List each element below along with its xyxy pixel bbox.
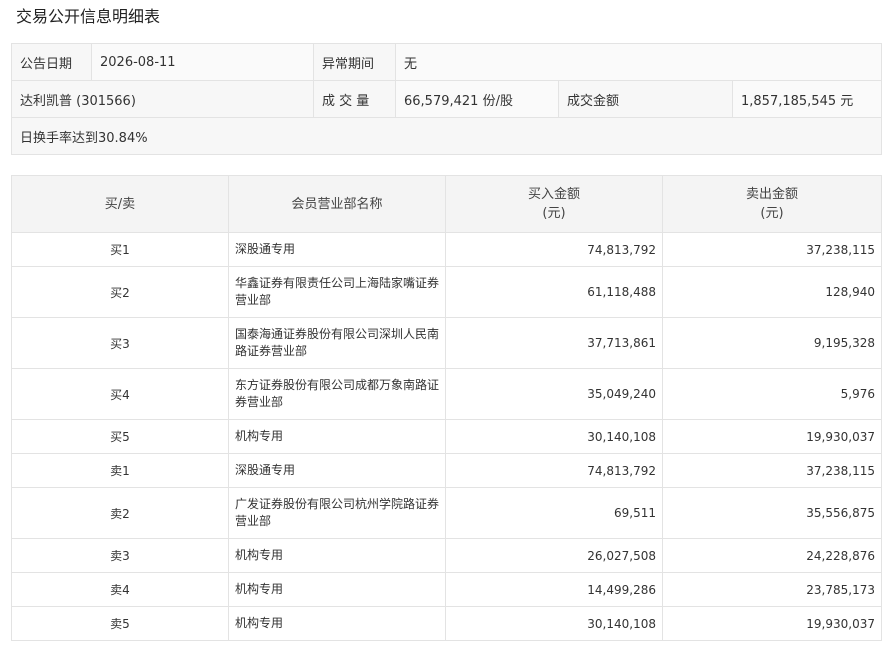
row-member-name: 深股通专用: [228, 453, 446, 488]
row-member-name: 机构专用: [228, 606, 446, 641]
stock-name: 达利凯普 (301566): [11, 80, 314, 118]
row-sell-amount: 37,238,115: [662, 232, 882, 267]
row-member-name: 华鑫证券有限责任公司上海陆家嘴证券营业部: [228, 266, 446, 318]
table-row: 买1 深股通专用 74,813,792 37,238,115: [11, 232, 882, 267]
row-side: 卖5: [11, 606, 229, 641]
header-buy-line2: (元): [542, 206, 566, 221]
row-member-name: 机构专用: [228, 419, 446, 454]
row-member-name: 深股通专用: [228, 232, 446, 267]
table-row: 卖1 深股通专用 74,813,792 37,238,115: [11, 453, 882, 488]
table-row: 买4 东方证券股份有限公司成都万象南路证券营业部 35,049,240 5,97…: [11, 368, 882, 420]
row-side: 卖1: [11, 453, 229, 488]
row-side: 卖3: [11, 538, 229, 573]
info-table: 公告日期 2026-08-11 异常期间 无 达利凯普 (301566) 成 交…: [10, 43, 883, 155]
row-sell-amount: 9,195,328: [662, 317, 882, 369]
row-buy-amount: 74,813,792: [445, 453, 663, 488]
row-sell-amount: 5,976: [662, 368, 882, 420]
trading-detail-table: 买/卖 会员营业部名称 买入金额 (元) 卖出金额 (元) 买1 深股通专用 74,…: [11, 175, 882, 641]
page-title: 交易公开信息明细表: [16, 7, 161, 26]
header-sell-line2: (元): [760, 206, 784, 221]
row-buy-amount: 37,713,861: [445, 317, 663, 369]
table-row: 卖3 机构专用 26,027,508 24,228,876: [11, 538, 882, 573]
row-member-name: 机构专用: [228, 572, 446, 607]
row-side: 买4: [11, 368, 229, 420]
announce-date-label: 公告日期: [11, 43, 92, 81]
row-sell-amount: 35,556,875: [662, 487, 882, 539]
row-buy-amount: 30,140,108: [445, 606, 663, 641]
table-row: 买5 机构专用 30,140,108 19,930,037: [11, 419, 882, 454]
header-side: 买/卖: [11, 175, 229, 233]
header-buy-line1: 买入金额: [527, 187, 580, 202]
abnormal-period-label: 异常期间: [313, 43, 396, 81]
row-buy-amount: 74,813,792: [445, 232, 663, 267]
amount-label: 成交金额: [558, 80, 733, 118]
abnormal-period-value: 无: [394, 43, 883, 81]
info-row-reason: 日换手率达到30.84%: [10, 117, 883, 155]
row-buy-amount: 26,027,508: [445, 538, 663, 573]
row-side: 买1: [11, 232, 229, 267]
table-row: 卖4 机构专用 14,499,286 23,785,173: [11, 572, 882, 607]
row-member-name: 广发证券股份有限公司杭州学院路证券营业部: [228, 487, 446, 539]
row-member-name: 东方证券股份有限公司成都万象南路证券营业部: [228, 368, 446, 420]
row-side: 卖2: [11, 487, 229, 539]
header-sell-line1: 卖出金额: [745, 187, 798, 202]
row-buy-amount: 30,140,108: [445, 419, 663, 454]
row-side: 买5: [11, 419, 229, 454]
row-member-name: 机构专用: [228, 538, 446, 573]
table-row: 买2 华鑫证券有限责任公司上海陆家嘴证券营业部 61,118,488 128,9…: [11, 266, 882, 318]
header-sell-amount: 卖出金额 (元): [662, 175, 882, 233]
info-row-date: 公告日期 2026-08-11 异常期间 无: [11, 43, 883, 81]
row-sell-amount: 24,228,876: [662, 538, 882, 573]
row-member-name: 国泰海通证券股份有限公司深圳人民南路证券营业部: [228, 317, 446, 369]
amount-value: 1,857,185,545 元: [731, 80, 883, 118]
header-member: 会员营业部名称: [228, 175, 446, 233]
info-row-stock: 达利凯普 (301566) 成 交 量 66,579,421 份/股 成交金额 …: [11, 80, 883, 118]
row-buy-amount: 35,049,240: [445, 368, 663, 420]
announce-date-value: 2026-08-11: [91, 43, 314, 81]
table-header-row: 买/卖 会员营业部名称 买入金额 (元) 卖出金额 (元): [11, 175, 882, 233]
listing-reason: 日换手率达到30.84%: [10, 117, 883, 155]
volume-value: 66,579,421 份/股: [395, 80, 559, 118]
row-sell-amount: 19,930,037: [662, 606, 882, 641]
row-side: 买3: [11, 317, 229, 369]
row-sell-amount: 128,940: [662, 266, 882, 318]
volume-label: 成 交 量: [313, 80, 396, 118]
table-row: 卖5 机构专用 30,140,108 19,930,037: [11, 606, 882, 641]
header-buy-amount: 买入金额 (元): [445, 175, 663, 233]
row-side: 买2: [11, 266, 229, 318]
row-sell-amount: 23,785,173: [662, 572, 882, 607]
row-buy-amount: 69,511: [445, 487, 663, 539]
table-row: 卖2 广发证券股份有限公司杭州学院路证券营业部 69,511 35,556,87…: [11, 487, 882, 539]
row-buy-amount: 14,499,286: [445, 572, 663, 607]
row-buy-amount: 61,118,488: [445, 266, 663, 318]
row-sell-amount: 37,238,115: [662, 453, 882, 488]
row-side: 卖4: [11, 572, 229, 607]
row-sell-amount: 19,930,037: [662, 419, 882, 454]
table-row: 买3 国泰海通证券股份有限公司深圳人民南路证券营业部 37,713,861 9,…: [11, 317, 882, 369]
